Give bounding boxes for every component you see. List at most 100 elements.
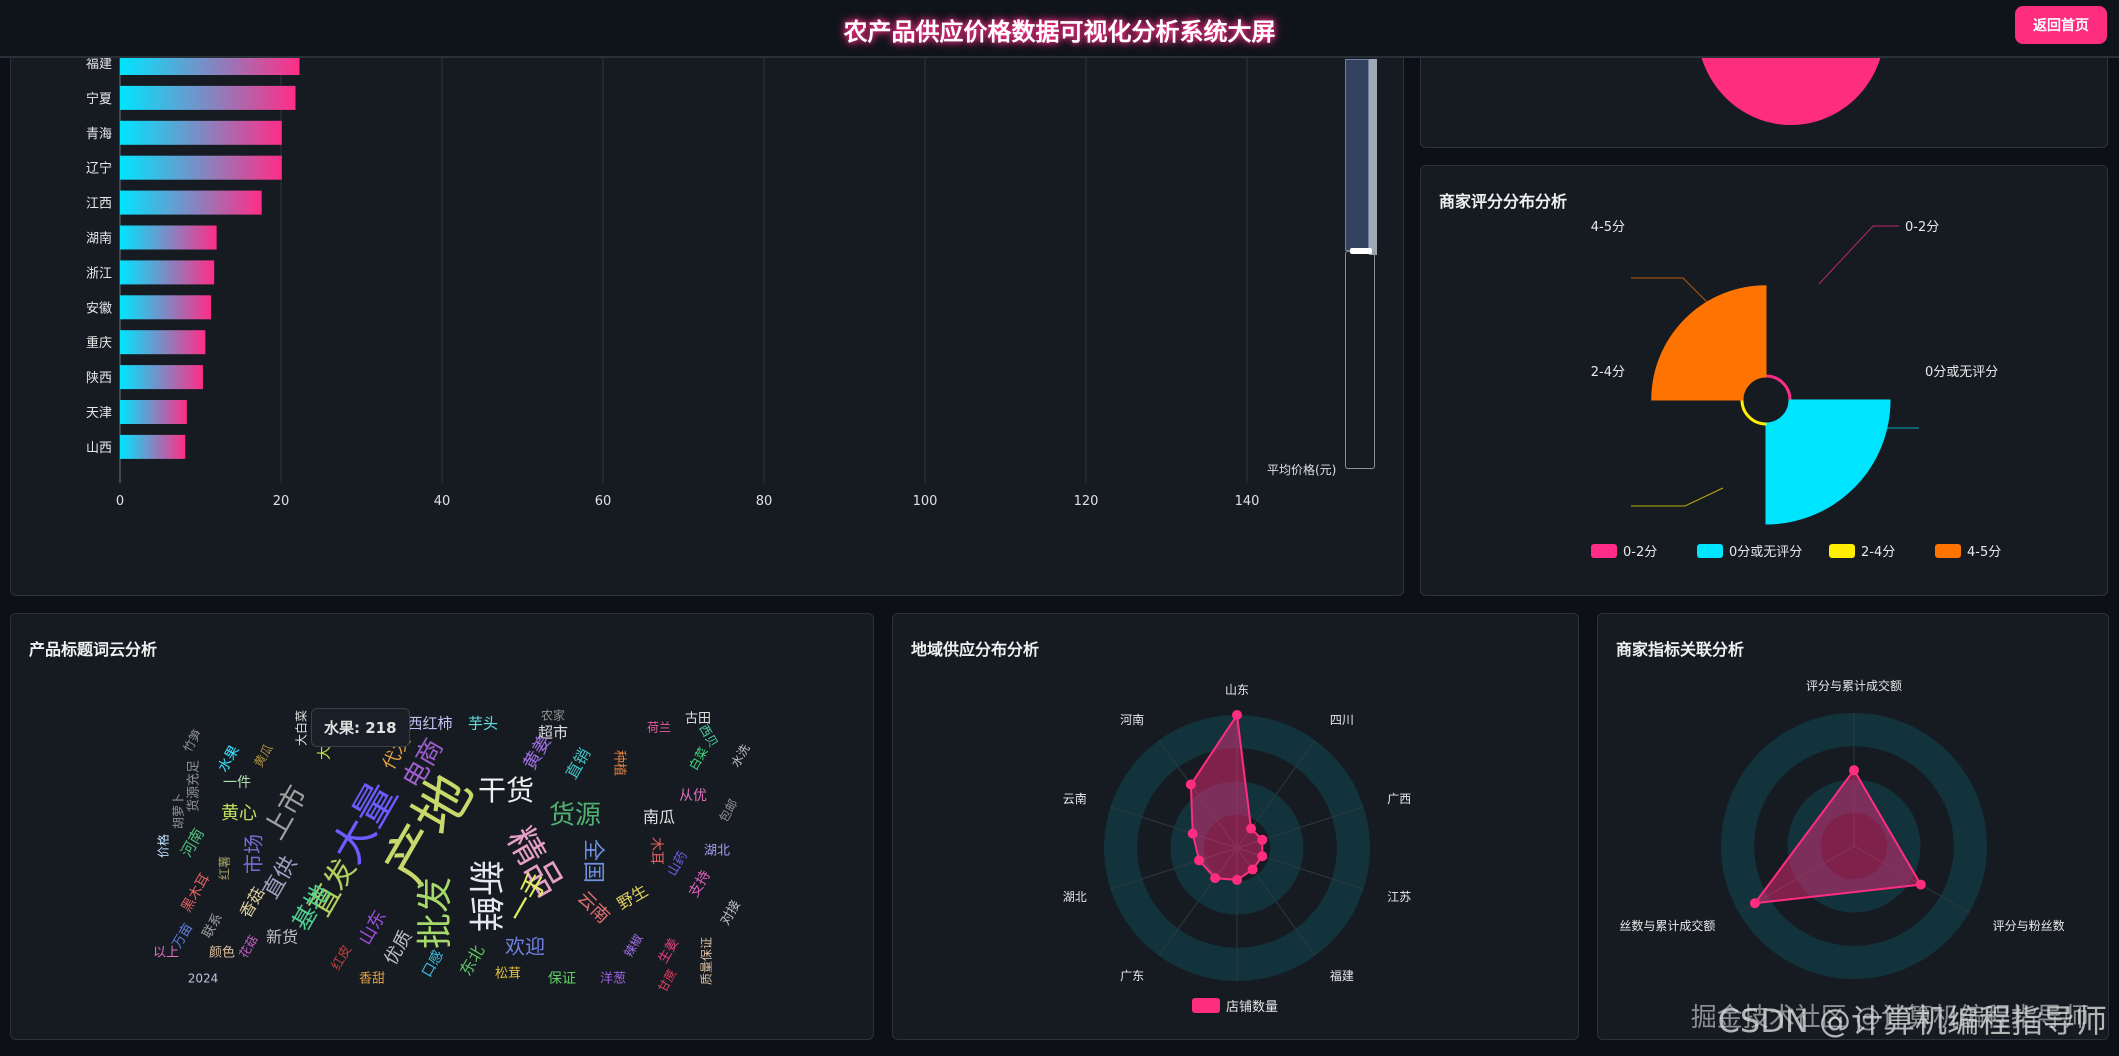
y-category-label: 山西 [86,441,112,456]
word[interactable]: 种植 [612,750,627,776]
radar-point [1257,835,1267,845]
word[interactable]: 辣椒 [622,932,646,960]
radar-point [1232,875,1242,885]
legend-label: 0分或无评分 [1729,545,1802,560]
word[interactable]: 全国 [580,839,605,883]
visual-map-thumb[interactable] [1350,248,1372,254]
word[interactable]: 2024 [188,972,219,986]
radar-indicator-label: 福建 [1330,968,1354,983]
word[interactable]: 颜色 [209,945,235,961]
legend-swatch [1591,544,1617,558]
word[interactable]: 东北 [456,942,488,979]
word[interactable]: 竹笋 [180,726,205,754]
radar-indicator-label: 云南 [1063,791,1087,806]
word[interactable]: 直销 [562,745,594,782]
word[interactable]: 洋葱 [600,972,626,987]
y-category-label: 宁夏 [86,91,112,107]
x-tick-label: 0 [116,494,124,509]
legend-label: 0-2分 [1623,545,1657,560]
word[interactable]: 万亩 [169,920,196,951]
word[interactable]: 以上 [153,946,179,961]
word[interactable]: 新货 [266,928,298,947]
word[interactable]: 质量保证 [700,937,714,985]
word[interactable]: 货源 [549,801,601,831]
word[interactable]: 荷兰 [647,721,671,735]
word[interactable]: 木耳 [648,837,664,865]
word[interactable]: 从优 [679,788,707,804]
legend-swatch [1935,544,1961,558]
word[interactable]: 市场 [242,834,266,874]
home-button[interactable]: 返回首页 [2015,6,2107,44]
word[interactable]: 西红柿 [407,715,452,733]
word[interactable]: 胡萝卜 [172,793,186,829]
word[interactable]: 货源充足 [186,760,202,812]
word[interactable]: 水果 [215,743,243,775]
radar-point [1194,855,1204,865]
radar-point [1248,865,1258,875]
radar-point [1210,873,1220,883]
header: 农产品供应价格数据可视化分析系统大屏 返回首页 [0,0,2119,58]
word[interactable]: 松茸 [495,967,521,982]
word[interactable]: 一件 [223,775,251,791]
x-tick-label: 20 [273,494,290,509]
slice-label: 4-5分 [1591,220,1625,235]
word[interactable]: 新鲜 [464,860,505,932]
radar-point [1849,765,1859,775]
word[interactable]: 干货 [478,774,534,807]
legend-swatch [1192,998,1220,1013]
visual-map-slider[interactable] [1345,59,1379,469]
word[interactable]: 云南 [573,887,613,927]
word[interactable]: 西贝 [696,722,720,750]
csdn-watermark: CSDN @计算机编程指导师 [1718,996,2107,1042]
word[interactable]: 红薯 [217,856,232,880]
word[interactable]: 南瓜 [643,808,675,827]
radar-indicator-label: 湖北 [1063,889,1087,904]
word-cloud: 产地大量批发新鲜精品干货直发货源上市电商一手全国基地直供市场黄心南瓜西红柿芋头超… [11,614,874,1040]
word[interactable]: 口感 [418,947,447,980]
word[interactable]: 河南 [177,825,208,860]
word[interactable]: 水洗 [729,742,753,770]
word[interactable]: 花菇 [236,932,261,960]
merchant-radar-chart: 评分与累计成交额评分与粉丝数丝数与累计成交额 [1598,614,2109,1040]
word[interactable]: 支持 [686,868,714,900]
bar [120,121,282,145]
word[interactable]: 黑木耳 [179,871,214,915]
word[interactable]: 芋头 [468,715,498,733]
x-tick-label: 60 [595,494,612,509]
word[interactable]: 联系 [200,911,226,941]
word[interactable]: 山药 [665,849,691,879]
y-category-label: 湖南 [86,231,112,247]
region-panel: 地域供应分布分析 山东四川广西江苏福建广东湖北云南河南 店铺数量 [892,613,1579,1040]
legend-swatch [1697,544,1723,558]
legend-label: 2-4分 [1861,545,1895,560]
bar [120,191,262,215]
word[interactable]: 红皮 [328,942,355,973]
radar-indicator-label: 山东 [1225,683,1249,697]
word[interactable]: 大白菜 [294,710,309,746]
word[interactable]: 香甜 [359,971,385,987]
word[interactable]: 批发 [415,877,456,949]
visual-map-handle[interactable] [1369,59,1377,255]
word[interactable]: 保证 [548,971,576,987]
word[interactable]: 上市 [257,780,314,845]
y-category-label: 陕西 [86,371,112,386]
word[interactable]: 湖北 [704,844,730,859]
word[interactable]: 黄瓜 [252,742,276,770]
rose-sector [1766,400,1890,524]
region-legend[interactable]: 店铺数量 [1192,996,1278,1015]
word[interactable]: 白菜 [686,744,711,772]
word[interactable]: 欢迎 [505,935,545,959]
visual-map-out-range [1345,251,1375,469]
word[interactable]: 优质 [380,927,416,969]
word[interactable]: 黄心 [221,803,257,824]
word[interactable]: 山东 [354,907,390,949]
word[interactable]: 包邮 [717,797,741,825]
word[interactable]: 对接 [717,897,744,928]
word[interactable]: 农家 [541,708,565,723]
word[interactable]: 甘蔗 [656,967,680,995]
word[interactable]: 野生 [614,881,651,913]
slice-label: 0-2分 [1905,220,1939,235]
word[interactable]: 价格 [156,834,171,858]
word[interactable]: 生姜 [656,936,682,966]
y-category-label: 福建 [86,57,112,72]
